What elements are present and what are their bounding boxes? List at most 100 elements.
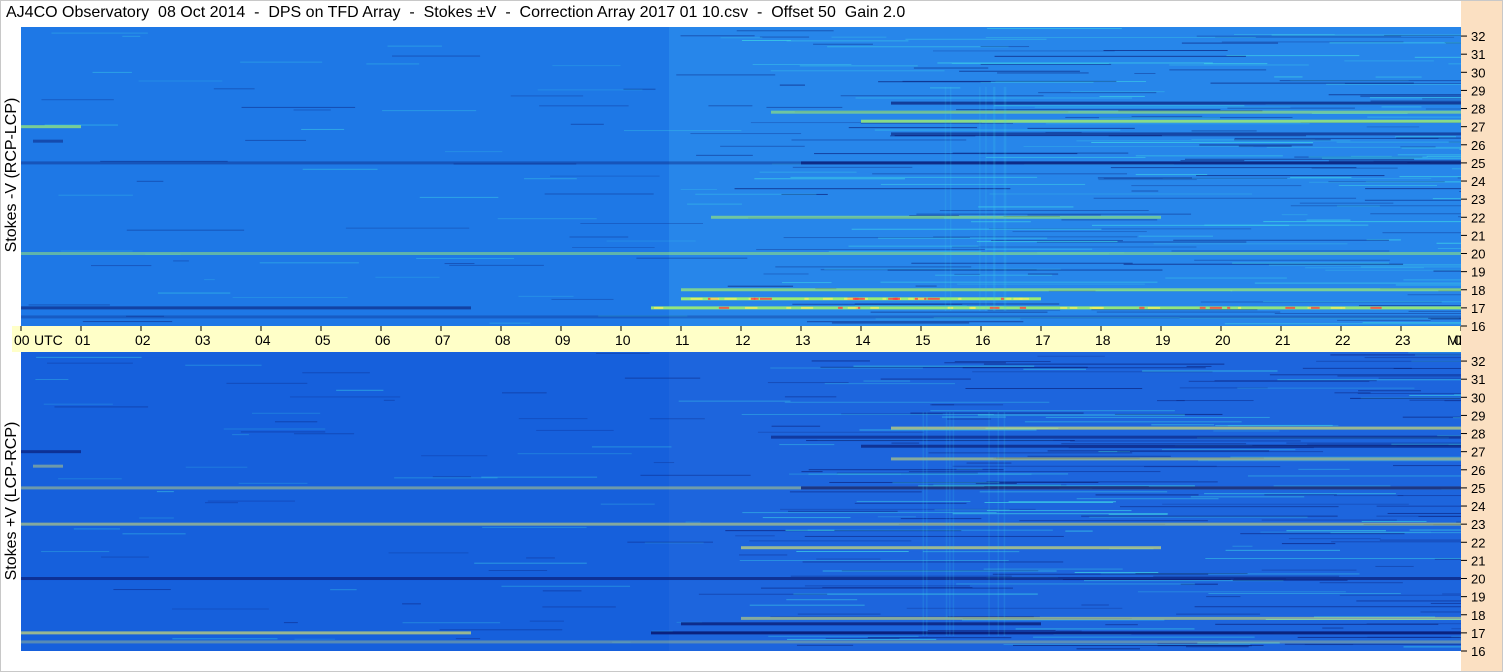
- spectral-band-bright: [21, 640, 1461, 644]
- spectral-band-dark: [21, 315, 1461, 319]
- time-tick-label: 02: [135, 332, 151, 348]
- noise-streak: [1437, 247, 1461, 249]
- spectral-band-bright: [741, 616, 1461, 620]
- noise-streak: [572, 247, 655, 249]
- noise-streak: [1326, 83, 1461, 85]
- time-tick-label: 09: [555, 332, 571, 348]
- noise-streak: [1171, 250, 1390, 252]
- noise-streak: [1056, 630, 1082, 632]
- spectral-band-bright: [711, 215, 1161, 219]
- time-tick-label: 19: [1155, 332, 1171, 348]
- spectral-band-dark: [801, 161, 1461, 165]
- noise-streak: [1037, 355, 1105, 357]
- time-tick-label: 10: [615, 332, 631, 348]
- noise-streak: [1322, 627, 1344, 629]
- noise-streak: [653, 462, 675, 464]
- noise-streak: [388, 552, 469, 554]
- noise-streak: [606, 240, 696, 242]
- noise-streak: [489, 322, 531, 324]
- noise-streak: [1350, 397, 1461, 399]
- noise-streak: [1286, 442, 1461, 444]
- noise-streak: [848, 127, 978, 129]
- noise-streak: [930, 404, 1004, 406]
- noise-streak: [537, 89, 643, 91]
- noise-streak: [1089, 516, 1308, 518]
- noise-streak: [1263, 221, 1461, 223]
- noise-streak: [1321, 157, 1461, 159]
- noise-streak: [1336, 141, 1461, 143]
- noise-streak: [727, 285, 794, 287]
- emission-speck: [847, 306, 858, 309]
- noise-streak: [488, 570, 548, 572]
- noise-streak: [804, 535, 1064, 537]
- noise-streak: [911, 262, 1133, 264]
- noise-streak: [1105, 624, 1138, 626]
- noise-streak: [787, 638, 937, 640]
- noise-streak: [1414, 56, 1461, 58]
- freq-tick-label: 17: [1471, 626, 1485, 641]
- noise-streak: [481, 476, 598, 478]
- noise-streak: [73, 528, 121, 530]
- noise-streak: [987, 309, 1061, 311]
- noise-streak: [1338, 185, 1438, 187]
- noise-streak: [874, 129, 1121, 131]
- noise-streak: [1092, 224, 1290, 226]
- noise-streak: [1070, 440, 1301, 442]
- noise-streak: [956, 109, 1221, 111]
- noise-streak: [36, 356, 142, 358]
- noise-streak: [854, 303, 1060, 305]
- noise-streak: [1208, 593, 1401, 595]
- time-tick-label: 21: [1275, 332, 1291, 348]
- noise-streak: [986, 510, 1132, 512]
- noise-streak: [930, 410, 1175, 412]
- freq-tick-label: 16: [1471, 319, 1485, 334]
- time-tick-label: 18: [1095, 332, 1111, 348]
- noise-streak: [913, 67, 989, 69]
- noise-streak: [518, 295, 574, 297]
- spectral-band-bright: [771, 110, 1461, 114]
- emission-speck: [870, 306, 879, 309]
- noise-streak: [501, 392, 547, 394]
- noise-streak: [848, 245, 979, 247]
- noise-streak: [941, 416, 1006, 418]
- time-tick-label: 15: [915, 332, 931, 348]
- noise-streak: [345, 227, 470, 229]
- noise-streak: [1337, 375, 1461, 377]
- noise-streak: [1403, 279, 1461, 281]
- noise-streak: [58, 478, 122, 480]
- noise-streak: [791, 139, 967, 141]
- noise-streak: [1334, 495, 1404, 497]
- noise-streak: [1194, 259, 1390, 261]
- noise-streak: [1433, 270, 1461, 272]
- noise-streak: [1397, 495, 1461, 497]
- noise-streak: [1137, 591, 1346, 593]
- noise-streak: [1162, 503, 1409, 505]
- noise-streak: [1370, 100, 1461, 102]
- noise-streak: [768, 635, 919, 637]
- noise-streak: [294, 638, 335, 640]
- noise-streak: [92, 71, 132, 73]
- noise-streak: [1370, 213, 1461, 215]
- noise-streak: [1027, 273, 1059, 275]
- noise-streak: [985, 36, 1256, 38]
- emission-speck: [917, 297, 925, 300]
- freq-tick-label: 30: [1471, 65, 1485, 80]
- noise-streak: [784, 401, 1050, 403]
- noise-streak: [816, 558, 881, 560]
- noise-streak: [1024, 421, 1242, 423]
- noise-streak: [1076, 140, 1351, 142]
- noise-streak: [878, 81, 991, 83]
- noise-streak: [771, 425, 821, 427]
- freq-tick-label: 30: [1471, 390, 1485, 405]
- vertical-structure: [926, 411, 928, 637]
- noise-streak: [1196, 35, 1402, 37]
- noise-streak: [1375, 565, 1414, 567]
- freq-tick-label: 20: [1471, 247, 1485, 262]
- noise-streak: [1034, 106, 1291, 108]
- emission-speck: [718, 306, 730, 309]
- freq-tick-label: 18: [1471, 608, 1485, 623]
- noise-streak: [906, 607, 1123, 609]
- noise-streak: [720, 145, 805, 147]
- noise-streak: [980, 63, 1112, 65]
- noise-streak: [449, 264, 544, 266]
